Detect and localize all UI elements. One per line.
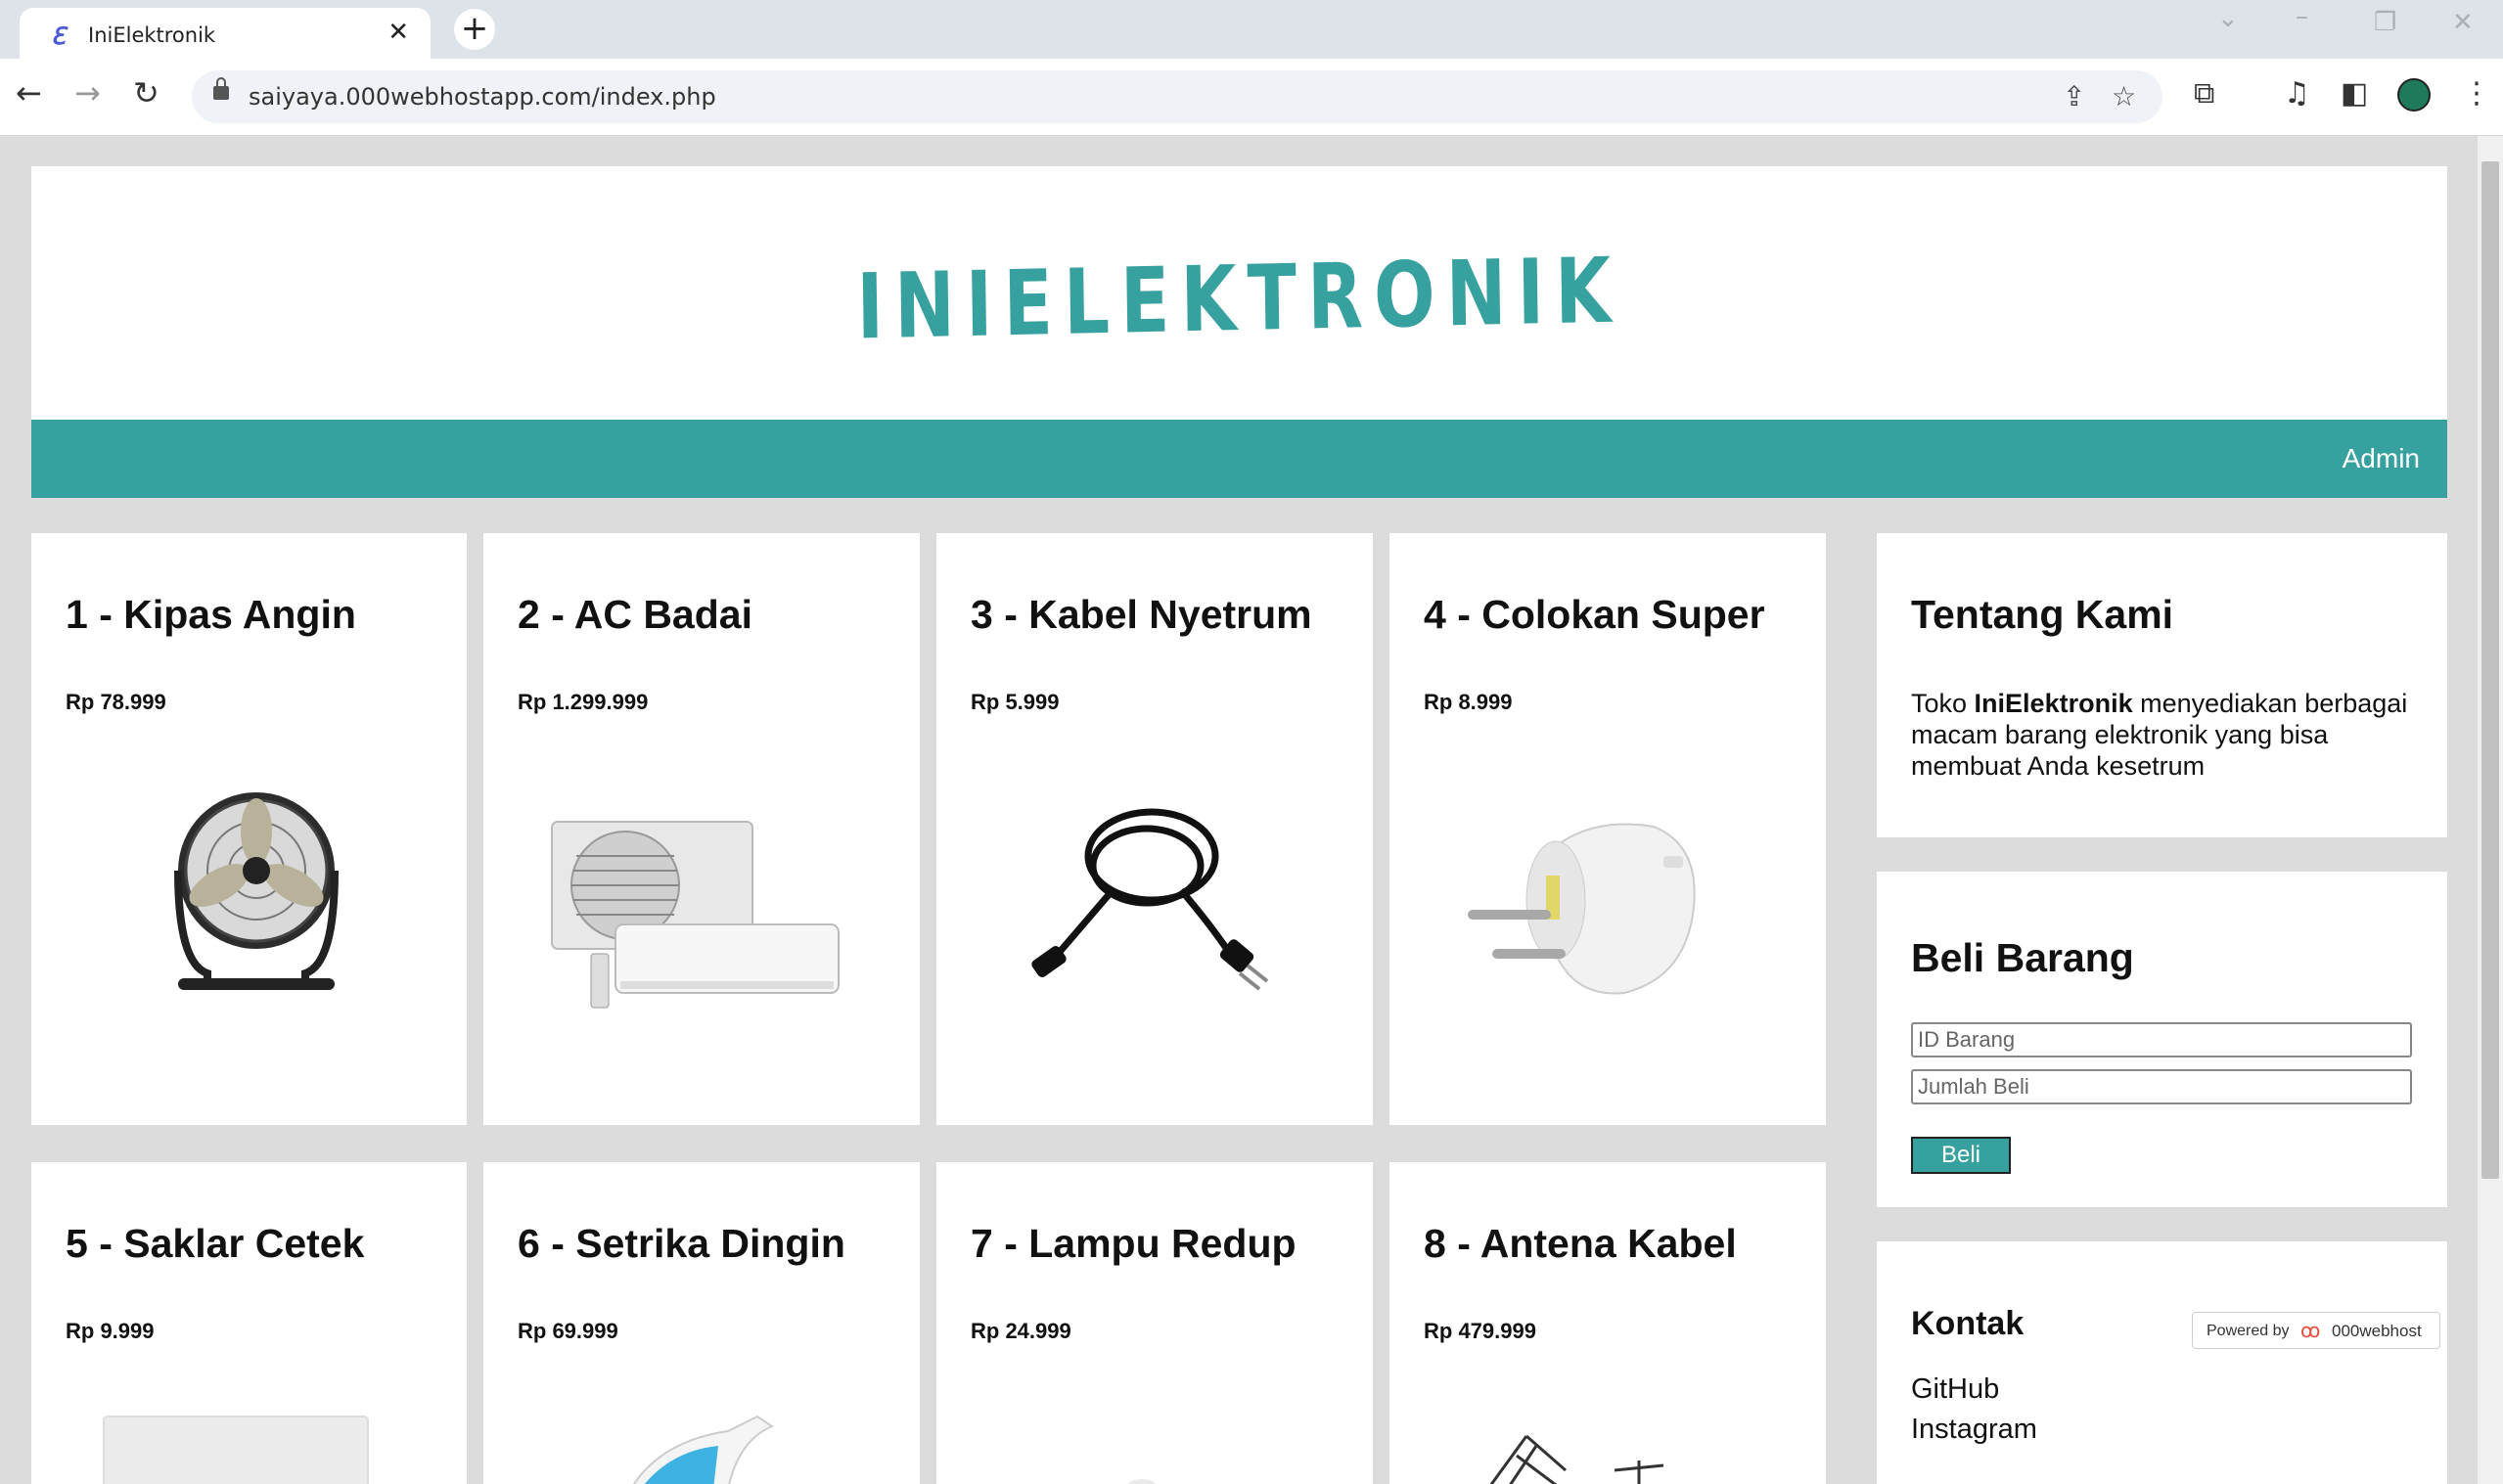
- about-panel: Tentang Kami Toko IniElektronik menyedia…: [1877, 533, 2447, 837]
- buy-panel: Beli Barang Beli: [1877, 872, 2447, 1207]
- product-card[interactable]: 7 - Lampu Redup Rp 24.999: [936, 1162, 1373, 1484]
- close-window-icon[interactable]: ✕: [2452, 8, 2474, 37]
- menu-kebab-icon[interactable]: ⋮: [2462, 76, 2491, 111]
- badge-brand: 000webhost: [2332, 1322, 2422, 1340]
- power-cable-image: [1031, 808, 1269, 991]
- minimize-icon[interactable]: –: [2296, 2, 2308, 31]
- browser-tab-bar: ℇ IniElektronik ✕ + ⌄ – ❐ ✕: [0, 0, 2503, 59]
- product-title: 6 - Setrika Dingin: [518, 1221, 845, 1266]
- air-conditioner-image: [551, 821, 840, 1009]
- site-header: INIELEKTRONIK: [31, 166, 2447, 420]
- fan-image: [174, 792, 339, 990]
- lock-icon: [213, 77, 229, 100]
- quantity-input[interactable]: [1911, 1069, 2412, 1104]
- product-price: Rp 479.999: [1424, 1319, 1536, 1343]
- side-panel-icon[interactable]: ◧: [2341, 76, 2368, 111]
- address-bar[interactable]: saiyaya.000webhostapp.com/index.php ⇪ ☆: [192, 70, 2162, 123]
- buy-title: Beli Barang: [1911, 935, 2134, 980]
- about-text-brand: IniElektronik: [1974, 689, 2133, 718]
- about-text: Toko IniElektronik menyediakan berbagai …: [1911, 688, 2420, 782]
- page-scrollbar[interactable]: [2478, 136, 2503, 1484]
- product-price: Rp 69.999: [518, 1319, 618, 1343]
- product-card[interactable]: 8 - Antena Kabel Rp 479.999: [1389, 1162, 1826, 1484]
- about-text-start: Toko: [1911, 689, 1975, 718]
- share-icon[interactable]: ⇪: [2063, 80, 2085, 112]
- product-price: Rp 78.999: [66, 690, 166, 714]
- product-card[interactable]: 2 - AC Badai Rp 1.299.999: [483, 533, 920, 1125]
- contact-title: Kontak: [1911, 1305, 2025, 1342]
- forward-icon[interactable]: →: [74, 74, 101, 112]
- webhost-logo-icon: ꝏ: [2300, 1321, 2321, 1342]
- top-navbar: Admin: [31, 420, 2447, 498]
- new-tab-button[interactable]: +: [454, 9, 495, 50]
- page-viewport: INIELEKTRONIK Admin 1 - Kipas Angin Rp 7…: [0, 136, 2478, 1484]
- close-tab-icon[interactable]: ✕: [387, 18, 409, 47]
- product-card[interactable]: 5 - Saklar Cetek Rp 9.999: [31, 1162, 467, 1484]
- product-card[interactable]: 3 - Kabel Nyetrum Rp 5.999: [936, 533, 1373, 1125]
- back-icon[interactable]: ←: [16, 74, 42, 112]
- product-title: 1 - Kipas Angin: [66, 592, 356, 637]
- scrollbar-thumb[interactable]: [2481, 161, 2499, 1179]
- browser-tab[interactable]: ℇ IniElektronik ✕: [20, 8, 431, 59]
- product-title: 5 - Saklar Cetek: [66, 1221, 365, 1266]
- product-price: Rp 24.999: [971, 1319, 1071, 1343]
- product-title: 2 - AC Badai: [518, 592, 752, 637]
- product-title: 8 - Antena Kabel: [1424, 1221, 1737, 1266]
- media-control-icon[interactable]: ♫: [2284, 76, 2310, 111]
- product-title: 4 - Colokan Super: [1424, 592, 1765, 637]
- iron-image: [632, 1415, 775, 1484]
- about-title: Tentang Kami: [1911, 592, 2174, 637]
- profile-avatar[interactable]: [2397, 78, 2431, 112]
- site-logo[interactable]: INIELEKTRONIK: [272, 225, 2206, 372]
- plug-image: [1468, 823, 1696, 995]
- tab-title: IniElektronik: [88, 23, 216, 47]
- browser-toolbar: ← → ↻ saiyaya.000webhostapp.com/index.ph…: [0, 59, 2503, 136]
- contact-link-github[interactable]: GitHub: [1911, 1373, 1999, 1406]
- buy-button[interactable]: Beli: [1911, 1137, 2011, 1174]
- url-text[interactable]: saiyaya.000webhostapp.com/index.php: [249, 83, 716, 111]
- extensions-icon[interactable]: ⧉: [2194, 76, 2214, 111]
- product-title: 3 - Kabel Nyetrum: [971, 592, 1312, 637]
- product-card[interactable]: 6 - Setrika Dingin Rp 69.999: [483, 1162, 920, 1484]
- product-price: Rp 1.299.999: [518, 690, 649, 714]
- contact-link-instagram[interactable]: Instagram: [1911, 1414, 2037, 1446]
- reload-icon[interactable]: ↻: [133, 74, 159, 112]
- product-card[interactable]: 4 - Colokan Super Rp 8.999: [1389, 533, 1826, 1125]
- product-card[interactable]: 1 - Kipas Angin Rp 78.999: [31, 533, 467, 1125]
- hosting-badge[interactable]: Powered by ꝏ 000webhost: [2192, 1312, 2440, 1349]
- bookmark-star-icon[interactable]: ☆: [2112, 80, 2136, 112]
- switch-image: [103, 1416, 369, 1484]
- product-price: Rp 9.999: [66, 1319, 155, 1343]
- site-favicon-icon: ℇ: [51, 22, 66, 50]
- product-title: 7 - Lampu Redup: [971, 1221, 1297, 1266]
- item-id-input[interactable]: [1911, 1022, 2412, 1057]
- contact-panel: Kontak GitHub Instagram: [1877, 1241, 2447, 1484]
- antenna-image: [1489, 1434, 1664, 1484]
- restore-icon[interactable]: ❐: [2374, 8, 2396, 37]
- tab-search-icon[interactable]: ⌄: [2217, 4, 2239, 33]
- product-price: Rp 8.999: [1424, 690, 1513, 714]
- nav-link-admin[interactable]: Admin: [2343, 443, 2420, 474]
- lamp-image: [1128, 1479, 1156, 1484]
- product-price: Rp 5.999: [971, 690, 1060, 714]
- badge-powered-by: Powered by: [2207, 1323, 2290, 1339]
